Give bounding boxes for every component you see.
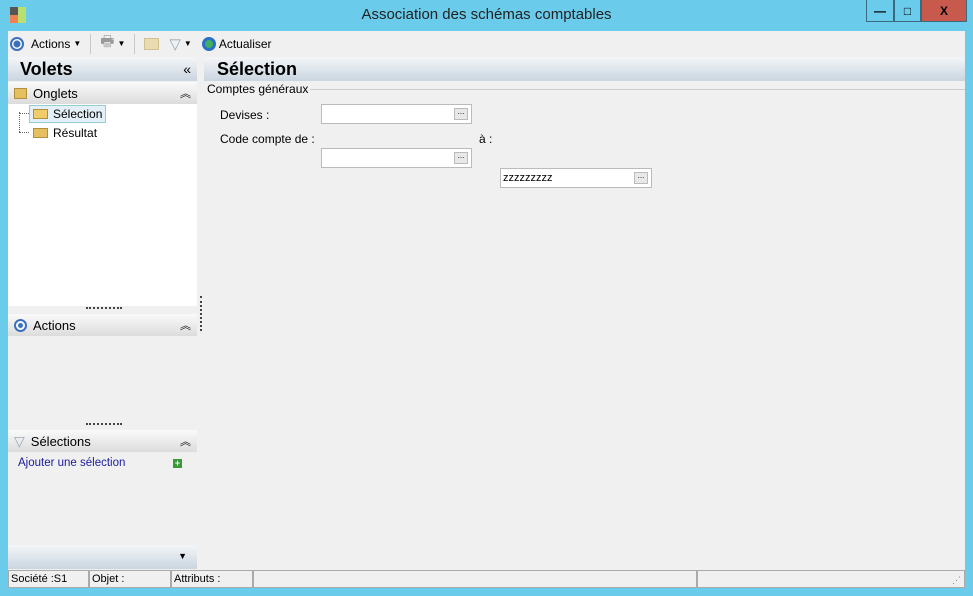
splitter-handle[interactable] bbox=[86, 307, 122, 309]
client-area: Actions ▼ 🖶 ▼ ▽ ▼ Actualiser Volets « Ongle… bbox=[8, 31, 965, 588]
tree-item-label: Sélection bbox=[53, 107, 103, 121]
window-title: Association des schémas comptables bbox=[361, 6, 612, 23]
refresh-label: Actualiser bbox=[218, 36, 272, 51]
code-from-field[interactable]: ... bbox=[321, 148, 472, 168]
volets-header: Volets « bbox=[8, 57, 197, 81]
filter-icon: ▽ bbox=[169, 35, 181, 53]
filter-button[interactable]: ▽ ▼ bbox=[166, 33, 194, 55]
volets-title: Volets bbox=[20, 58, 73, 79]
tree-item-label: Résultat bbox=[53, 126, 98, 140]
selections-panel-header[interactable]: ▽ Sélections ︽ bbox=[8, 430, 197, 452]
panel-footer: ▼ bbox=[8, 545, 197, 569]
status-empty-right bbox=[697, 570, 965, 588]
add-icon[interactable]: + bbox=[173, 459, 182, 468]
main-title: Sélection bbox=[217, 58, 298, 79]
folder-icon bbox=[14, 87, 27, 99]
refresh-icon bbox=[201, 36, 216, 51]
maximize-button[interactable]: □ bbox=[894, 0, 921, 22]
chevron-up-icon[interactable]: ︽ bbox=[180, 85, 191, 101]
refresh-button[interactable]: Actualiser bbox=[199, 33, 275, 55]
vertical-splitter[interactable] bbox=[200, 296, 202, 331]
printer-icon: 🖶 bbox=[100, 33, 115, 50]
actions-circle-icon bbox=[14, 318, 27, 332]
splitter-handle[interactable] bbox=[86, 423, 122, 425]
resize-grip-icon[interactable]: ⋰ bbox=[952, 575, 961, 586]
add-selection-link[interactable]: Ajouter une sélection bbox=[18, 457, 125, 469]
folder-icon bbox=[144, 37, 160, 50]
collapse-panel-button[interactable]: « bbox=[183, 61, 191, 77]
chevron-up-icon[interactable]: ︽ bbox=[180, 317, 191, 333]
status-attributs: Attributs : bbox=[171, 570, 253, 588]
actions-panel-title: Actions bbox=[33, 317, 76, 333]
status-empty bbox=[253, 570, 697, 588]
devises-field[interactable]: ... bbox=[321, 104, 472, 124]
devises-label: Devises : bbox=[220, 108, 270, 122]
onglets-title: Onglets bbox=[33, 85, 78, 101]
toolbar: Actions ▼ 🖶 ▼ ▽ ▼ Actualiser bbox=[8, 31, 965, 56]
group-title: Comptes généraux bbox=[207, 82, 309, 96]
dropdown-icon: ▼ bbox=[73, 39, 82, 48]
close-button[interactable]: X bbox=[921, 0, 967, 22]
ellipsis-button[interactable]: ... bbox=[454, 152, 468, 164]
separator bbox=[90, 33, 92, 54]
actions-panel-header[interactable]: Actions ︽ bbox=[8, 314, 197, 336]
open-folder-icon bbox=[33, 109, 48, 119]
group-line bbox=[310, 89, 965, 90]
code-to-field[interactable]: zzzzzzzzz... bbox=[500, 168, 652, 188]
filter-icon: ▽ bbox=[14, 432, 25, 449]
tree-item-resultat[interactable]: Résultat bbox=[29, 124, 101, 142]
dropdown-icon: ▼ bbox=[117, 39, 126, 48]
minimize-button[interactable]: — bbox=[866, 0, 894, 22]
folder-icon bbox=[33, 128, 48, 138]
tree-item-selection[interactable]: Sélection bbox=[29, 105, 107, 123]
chevron-down-icon[interactable]: ▼ bbox=[178, 551, 187, 561]
actions-menu-button[interactable]: Actions ▼ bbox=[28, 33, 84, 55]
main-header: Sélection bbox=[204, 57, 965, 81]
separator bbox=[134, 33, 136, 54]
onglets-tree: Sélection Résultat bbox=[8, 104, 197, 306]
title-bar: Association des schémas comptables — □ X bbox=[0, 0, 973, 31]
chevron-up-icon[interactable]: ︽ bbox=[180, 433, 191, 449]
ellipsis-button[interactable]: ... bbox=[634, 172, 648, 184]
selections-panel-title: Sélections bbox=[30, 433, 91, 449]
folder-button[interactable] bbox=[141, 33, 162, 55]
dropdown-icon: ▼ bbox=[183, 39, 192, 48]
actions-circle-icon bbox=[10, 36, 24, 51]
code-to-label: à : bbox=[479, 132, 493, 146]
status-objet: Objet : bbox=[89, 570, 171, 588]
onglets-header[interactable]: Onglets ︽ bbox=[8, 82, 197, 104]
print-button[interactable]: 🖶 ▼ bbox=[97, 33, 128, 55]
ellipsis-button[interactable]: ... bbox=[454, 108, 468, 120]
actions-label: Actions bbox=[31, 36, 71, 51]
status-societe: Société :S1 bbox=[8, 570, 89, 588]
code-to-value: zzzzzzzzz bbox=[503, 172, 553, 184]
code-from-label: Code compte de : bbox=[220, 132, 315, 146]
